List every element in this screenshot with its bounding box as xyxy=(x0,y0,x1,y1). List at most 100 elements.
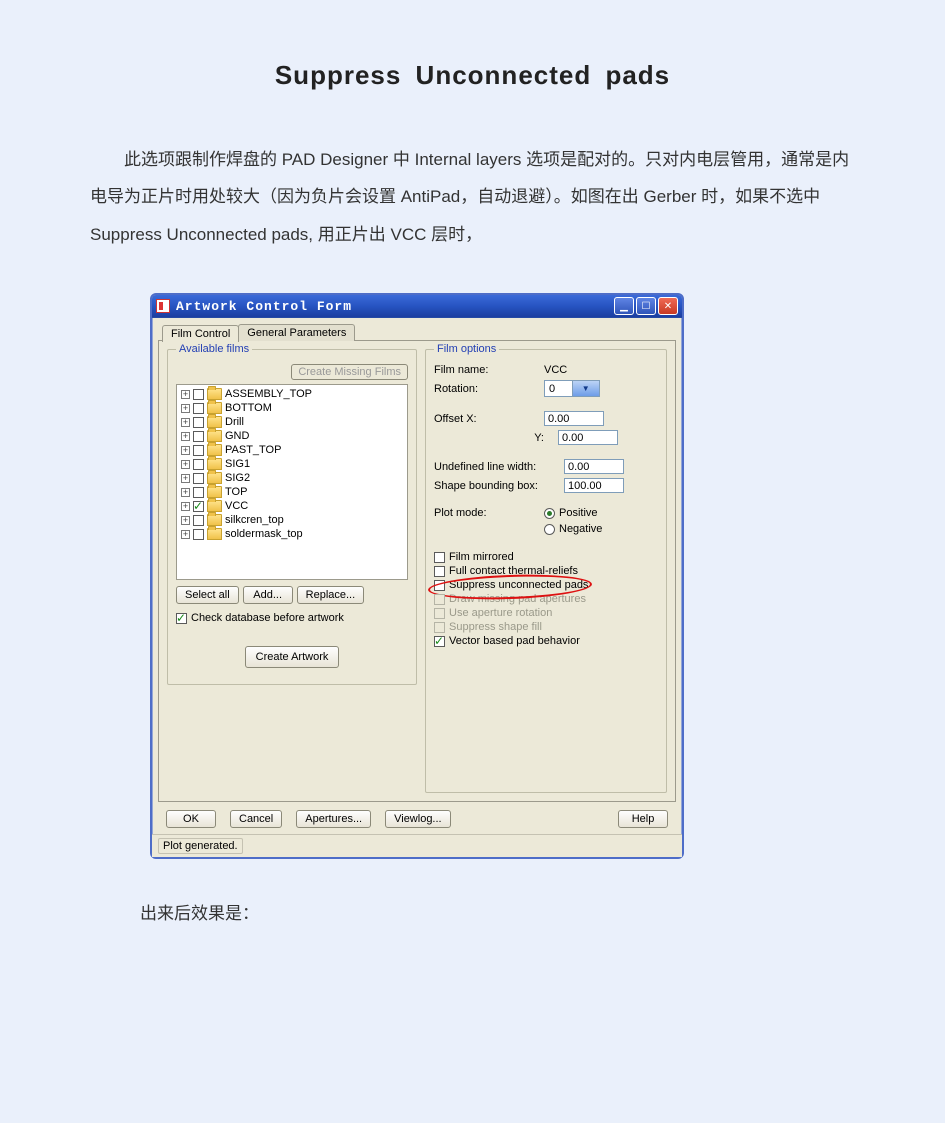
film-options-group: Film options Film name: VCC Rotation: 0 … xyxy=(425,349,667,793)
checkbox-suppress-shape xyxy=(434,622,445,633)
use-aperture-rotation-label: Use aperture rotation xyxy=(449,607,552,619)
checkbox-draw-missing xyxy=(434,594,445,605)
folder-icon xyxy=(207,388,222,400)
create-artwork-button[interactable]: Create Artwork xyxy=(245,646,340,668)
offset-x-label: Offset X: xyxy=(434,413,544,425)
checkbox[interactable] xyxy=(193,515,204,526)
tree-item-label[interactable]: ASSEMBLY_TOP xyxy=(225,388,312,400)
folder-icon xyxy=(207,500,222,512)
expand-icon[interactable]: + xyxy=(181,432,190,441)
create-missing-films-button: Create Missing Films xyxy=(291,364,408,380)
tree-item-label[interactable]: BOTTOM xyxy=(225,402,272,414)
expand-icon[interactable]: + xyxy=(181,488,190,497)
replace-button[interactable]: Replace... xyxy=(297,586,365,604)
folder-icon xyxy=(207,472,222,484)
tree-item-label[interactable]: Drill xyxy=(225,416,244,428)
available-films-legend: Available films xyxy=(176,343,252,355)
checkbox[interactable] xyxy=(193,417,204,428)
available-films-group: Available films Create Missing Films +AS… xyxy=(167,349,417,685)
rotation-combo[interactable]: 0 ▼ xyxy=(544,380,600,397)
expand-icon[interactable]: + xyxy=(181,502,190,511)
checkbox[interactable] xyxy=(193,431,204,442)
close-button[interactable]: ✕ xyxy=(658,297,678,315)
minimize-button[interactable]: ▁ xyxy=(614,297,634,315)
select-all-button[interactable]: Select all xyxy=(176,586,239,604)
films-tree[interactable]: + ASSEMBLY_TOP + BOTTOM + Drill + GND + PAST_… xyxy=(176,384,408,580)
checkbox[interactable] xyxy=(193,389,204,400)
offset-y-input[interactable] xyxy=(558,430,618,445)
film-options-legend: Film options xyxy=(434,343,499,355)
checkbox[interactable] xyxy=(193,529,204,540)
tab-film-control[interactable]: Film Control xyxy=(162,325,239,342)
radio-negative[interactable] xyxy=(544,524,555,535)
doc-paragraph: 此选项跟制作焊盘的 PAD Designer 中 Internal layers… xyxy=(90,141,855,253)
suppress-shape-label: Suppress shape fill xyxy=(449,621,542,633)
folder-icon xyxy=(207,416,222,428)
folder-icon xyxy=(207,458,222,470)
tree-item-label[interactable]: GND xyxy=(225,430,249,442)
shape-bounding-box-label: Shape bounding box: xyxy=(434,480,564,492)
tree-item-label[interactable]: SIG1 xyxy=(225,458,250,470)
checkbox[interactable] xyxy=(193,501,204,512)
help-button[interactable]: Help xyxy=(618,810,668,828)
checkbox-full-contact[interactable] xyxy=(434,566,445,577)
checkbox[interactable] xyxy=(193,473,204,484)
tree-item-label[interactable]: VCC xyxy=(225,500,248,512)
tree-item-label[interactable]: silkcren_top xyxy=(225,514,284,526)
undefined-line-width-input[interactable] xyxy=(564,459,624,474)
checkbox-vector-based[interactable] xyxy=(434,636,445,647)
folder-icon xyxy=(207,430,222,442)
result-label: 出来后效果是： xyxy=(140,899,945,924)
apertures-button[interactable]: Apertures... xyxy=(296,810,371,828)
tab-general-parameters[interactable]: General Parameters xyxy=(238,324,355,341)
folder-icon xyxy=(207,444,222,456)
check-database-label: Check database before artwork xyxy=(191,612,344,624)
doc-title: Suppress Unconnected pads xyxy=(0,60,945,91)
tree-item-label[interactable]: PAST_TOP xyxy=(225,444,281,456)
radio-positive[interactable] xyxy=(544,508,555,519)
artwork-control-window: Artwork Control Form ▁ ☐ ✕ Film Control … xyxy=(150,293,684,859)
add-button[interactable]: Add... xyxy=(243,586,293,604)
checkbox[interactable] xyxy=(193,459,204,470)
checkbox-film-mirrored[interactable] xyxy=(434,552,445,563)
offset-x-input[interactable] xyxy=(544,411,604,426)
expand-icon[interactable]: + xyxy=(181,516,190,525)
window-titlebar[interactable]: Artwork Control Form ▁ ☐ ✕ xyxy=(152,295,682,318)
full-contact-label: Full contact thermal-reliefs xyxy=(449,565,578,577)
cancel-button[interactable]: Cancel xyxy=(230,810,282,828)
expand-icon[interactable]: + xyxy=(181,446,190,455)
tree-item-label[interactable]: SIG2 xyxy=(225,472,250,484)
shape-bounding-box-input[interactable] xyxy=(564,478,624,493)
checkbox[interactable] xyxy=(193,445,204,456)
maximize-button[interactable]: ☐ xyxy=(636,297,656,315)
expand-icon[interactable]: + xyxy=(181,474,190,483)
window-title: Artwork Control Form xyxy=(176,299,614,314)
viewlog-button[interactable]: Viewlog... xyxy=(385,810,451,828)
tree-item-label[interactable]: TOP xyxy=(225,486,247,498)
film-name-value: VCC xyxy=(544,364,604,376)
dialog-button-row: OK Cancel Apertures... Viewlog... Help xyxy=(158,802,676,832)
checkbox-use-aperture-rotation xyxy=(434,608,445,619)
folder-icon xyxy=(207,514,222,526)
ok-button[interactable]: OK xyxy=(166,810,216,828)
vector-based-label: Vector based pad behavior xyxy=(449,635,580,647)
tree-item-label[interactable]: soldermask_top xyxy=(225,528,303,540)
expand-icon[interactable]: + xyxy=(181,460,190,469)
expand-icon[interactable]: + xyxy=(181,404,190,413)
chevron-down-icon[interactable]: ▼ xyxy=(572,381,600,396)
folder-icon xyxy=(207,486,222,498)
checkbox[interactable] xyxy=(193,403,204,414)
film-mirrored-label: Film mirrored xyxy=(449,551,514,563)
film-name-label: Film name: xyxy=(434,364,544,376)
expand-icon[interactable]: + xyxy=(181,390,190,399)
checkbox-suppress-unconnected[interactable] xyxy=(434,580,445,591)
expand-icon[interactable]: + xyxy=(181,530,190,539)
checkbox-check-database[interactable] xyxy=(176,613,187,624)
offset-y-label: Y: xyxy=(434,432,558,444)
draw-missing-label: Draw missing pad apertures xyxy=(449,593,586,605)
expand-icon[interactable]: + xyxy=(181,418,190,427)
plot-mode-label: Plot mode: xyxy=(434,507,544,519)
suppress-unconnected-label: Suppress unconnected pads xyxy=(449,579,588,591)
negative-label: Negative xyxy=(559,523,602,535)
checkbox[interactable] xyxy=(193,487,204,498)
